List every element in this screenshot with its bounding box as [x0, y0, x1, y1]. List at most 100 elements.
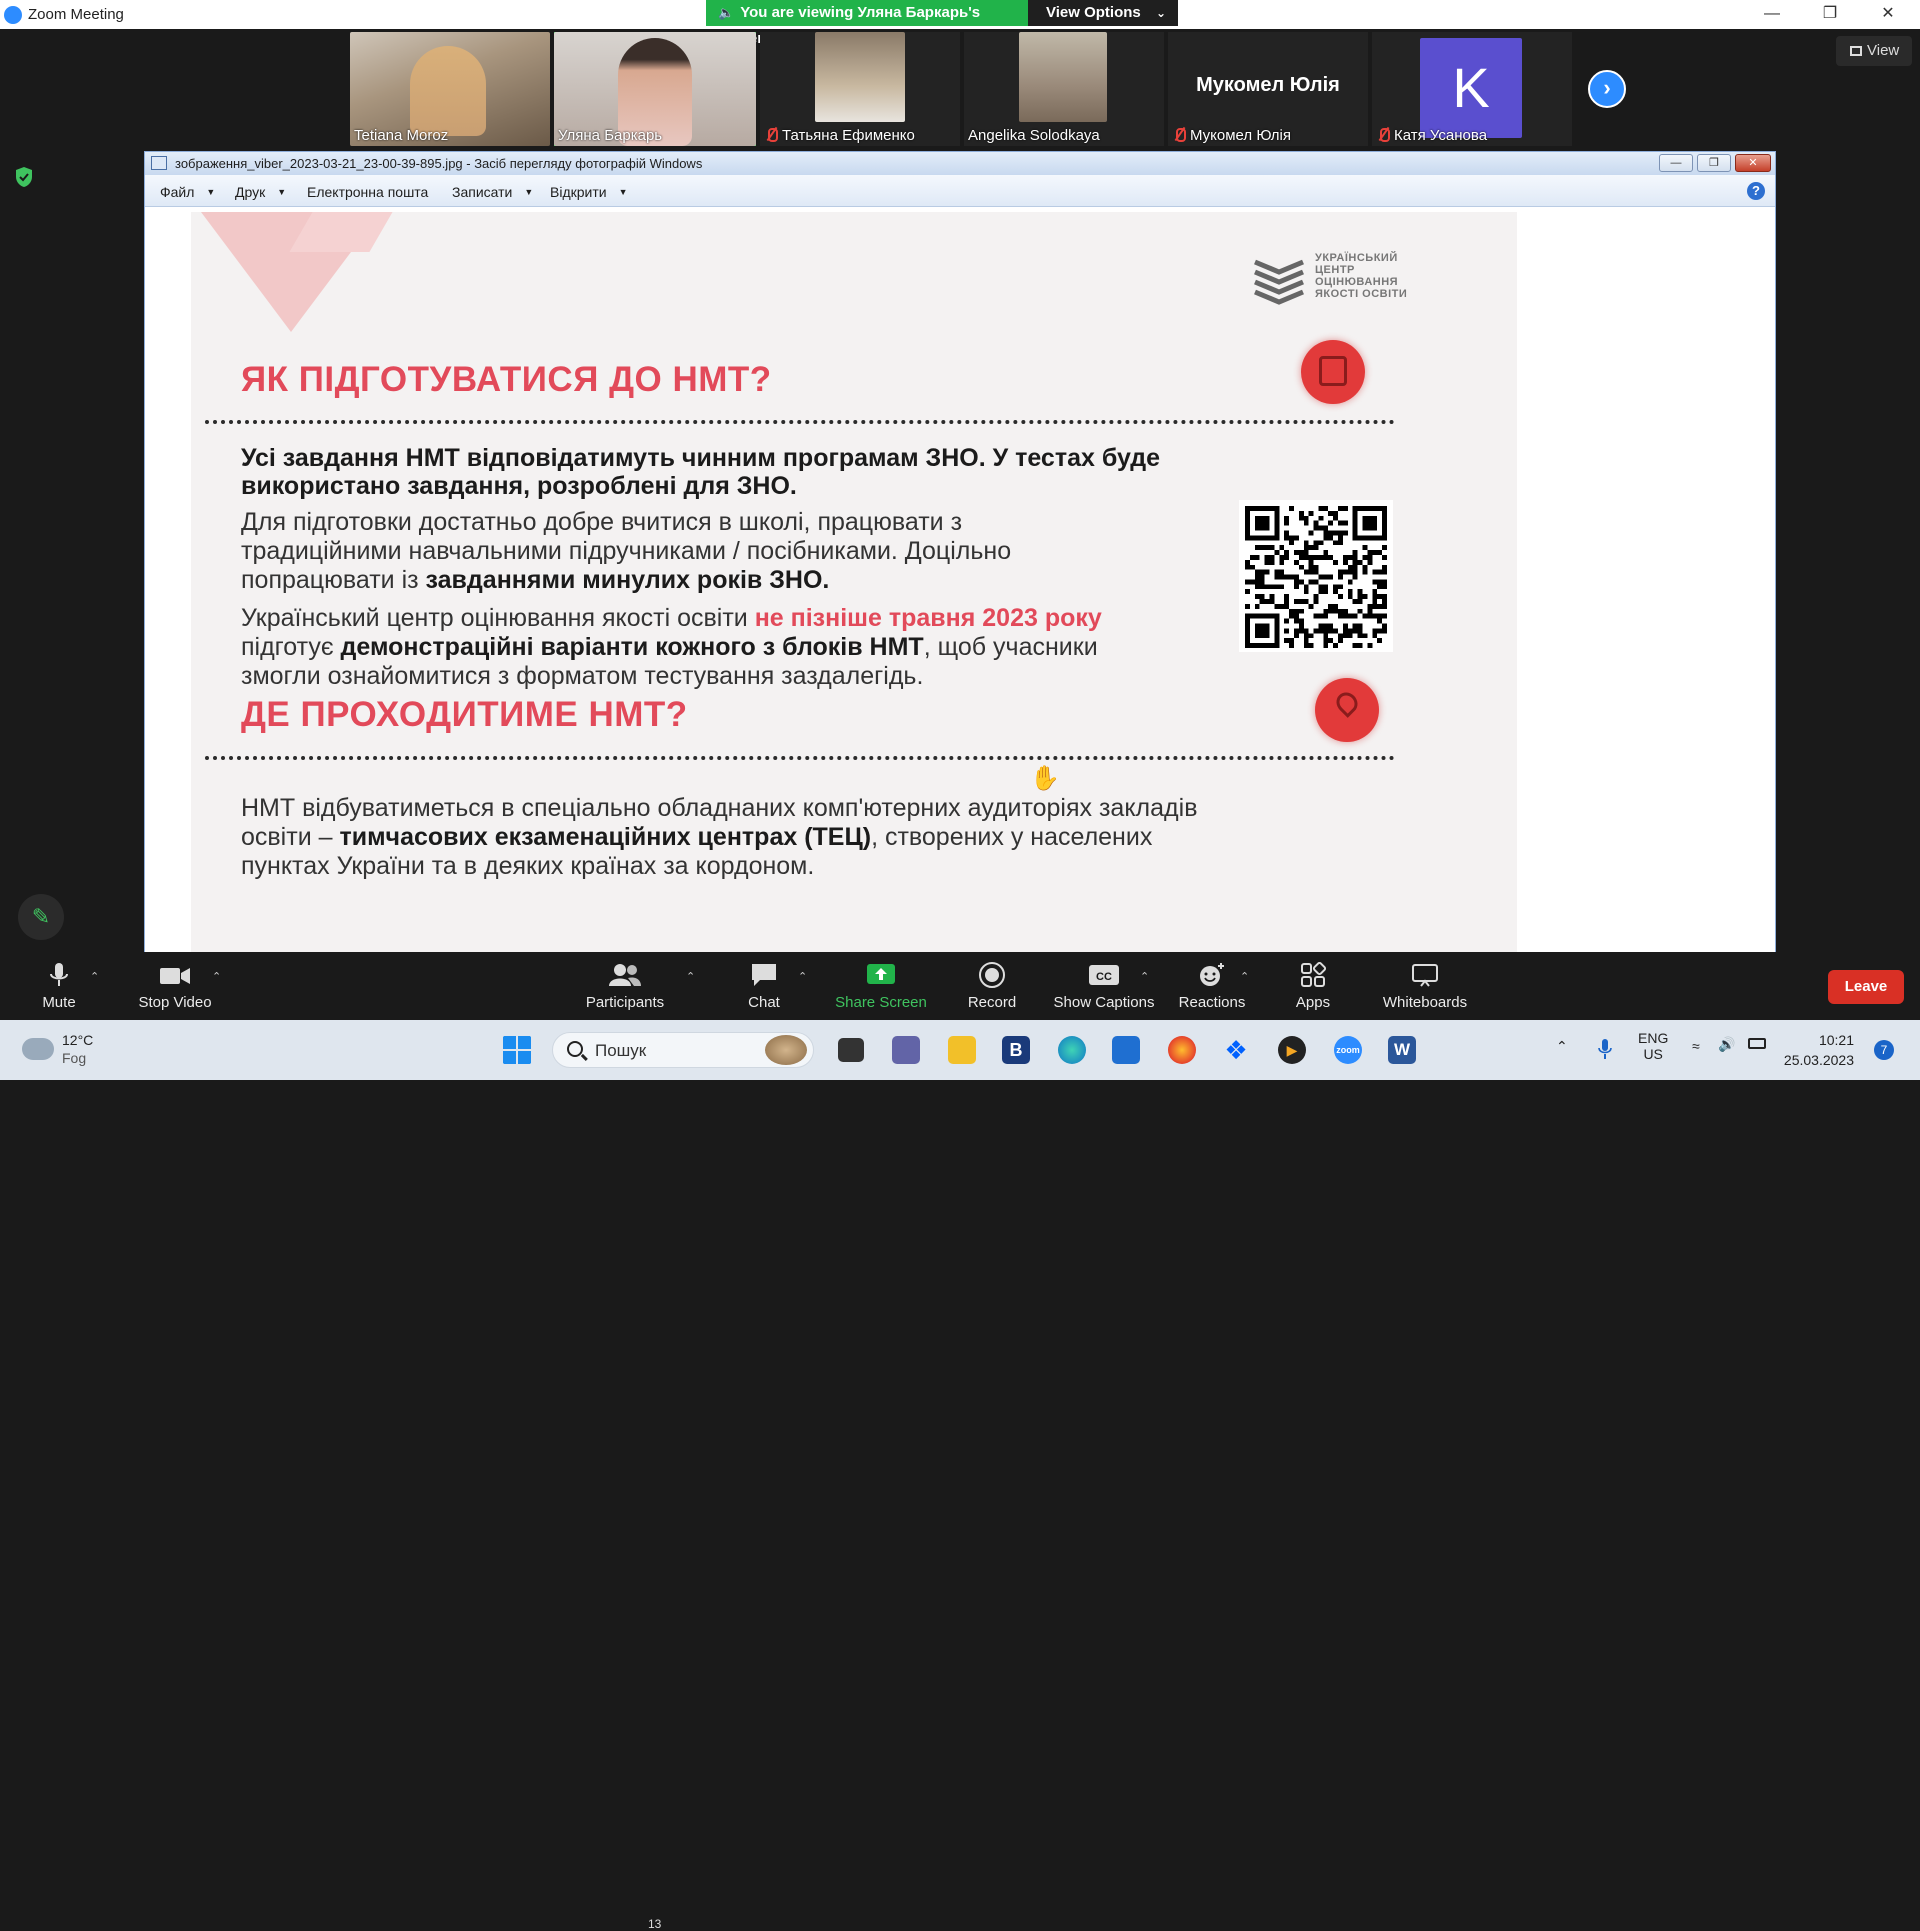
- text-line: Для підготовки достатньо добре вчитися в…: [241, 508, 963, 536]
- participants-icon: [609, 964, 641, 986]
- text-line: попрацювати із завданнями минулих років …: [241, 566, 830, 594]
- avatar: K: [1420, 38, 1522, 138]
- share-screen-label: Share Screen: [835, 994, 927, 1011]
- share-screen-icon: [867, 964, 895, 984]
- minimize-icon[interactable]: —: [1752, 2, 1792, 26]
- whiteboards-button[interactable]: Whiteboards: [1380, 962, 1470, 1011]
- menu-email[interactable]: Електронна пошта: [307, 184, 428, 200]
- word-app-icon[interactable]: W: [1388, 1036, 1416, 1064]
- windows-start-icon[interactable]: [502, 1035, 532, 1065]
- paragraph-demo-variants: Український центр оцінювання якості осві…: [241, 604, 1241, 691]
- text-line: НМТ відбуватиметься в спеціально обладна…: [241, 794, 1198, 822]
- encryption-shield-icon[interactable]: [14, 166, 34, 188]
- stop-video-label: Stop Video: [138, 994, 212, 1011]
- window-title: Zoom Meeting: [28, 6, 124, 23]
- participant-tile-katia-usanova[interactable]: K Катя Усанова: [1372, 32, 1572, 146]
- leave-button[interactable]: Leave: [1828, 970, 1904, 1004]
- participant-tile-uliana-barkar[interactable]: Уляна Баркарь: [554, 32, 756, 146]
- stop-video-button[interactable]: Stop Video: [134, 962, 216, 1011]
- viewer-close-button[interactable]: ✕: [1735, 154, 1771, 172]
- restore-icon[interactable]: ❐: [1810, 2, 1850, 26]
- show-hidden-icons-caret[interactable]: ⌃: [1556, 1038, 1568, 1055]
- text-line: Усі завдання НМТ відповідатимуть чинним …: [241, 444, 1160, 472]
- media-player-icon[interactable]: ▶: [1278, 1036, 1306, 1064]
- participant-tile-angelika-solodkaya[interactable]: Angelika Solodkaya: [964, 32, 1164, 146]
- viewer-title: зображення_viber_2023-03-21_23-00-39-895…: [175, 156, 703, 171]
- chat-bubble-icon: [752, 964, 776, 986]
- view-label: View: [1867, 42, 1900, 59]
- teams-chat-icon[interactable]: [892, 1036, 920, 1064]
- participant-figure: [410, 46, 486, 136]
- participant-video: [1019, 32, 1107, 122]
- zoom-app-icon[interactable]: zoom: [1334, 1036, 1362, 1064]
- participants-label: Participants: [585, 994, 665, 1011]
- dropdown-arrow-icon: ▼: [277, 187, 287, 197]
- clock-time: 10:21: [1818, 1032, 1854, 1048]
- chat-button[interactable]: Chat: [744, 962, 784, 1011]
- view-options-label: View Options: [1046, 4, 1141, 21]
- meeting-toolbar: Mute ⌃ Stop Video ⌃ Participants 13 ⌃ Ch…: [0, 952, 1920, 1931]
- share-screen-button[interactable]: Share Screen: [834, 962, 928, 1011]
- microsoft-store-icon[interactable]: [1112, 1036, 1140, 1064]
- paragraph-preparation: Для підготовки достатньо добре вчитися в…: [241, 508, 1241, 595]
- location-pin-icon: [1315, 678, 1379, 742]
- participant-tile-tetiana-moroz[interactable]: Tetiana Moroz: [350, 32, 550, 146]
- heading-where-nmt: ДЕ ПРОХОДИТИМЕ НМТ?: [241, 695, 688, 734]
- shared-screen-photo-viewer: зображення_viber_2023-03-21_23-00-39-895…: [144, 151, 1776, 954]
- system-clock[interactable]: 10:21 25.03.2023: [1772, 1030, 1854, 1070]
- record-button[interactable]: Record: [966, 962, 1018, 1011]
- view-button[interactable]: View: [1836, 36, 1912, 66]
- participants-button[interactable]: Participants: [584, 962, 666, 1011]
- participant-tile-mukomel-yulia[interactable]: Мукомел Юлія Мукомел Юлія: [1168, 32, 1368, 146]
- viewer-minimize-button[interactable]: —: [1659, 154, 1693, 172]
- text-line: використано завдання, розроблені для ЗНО…: [241, 472, 797, 500]
- menu-burn[interactable]: Записати ▼: [452, 184, 533, 200]
- ucoyo-logo-icon: [1254, 259, 1304, 305]
- battery-icon[interactable]: [1748, 1038, 1766, 1049]
- dropbox-icon[interactable]: ❖: [1222, 1036, 1250, 1064]
- text-line: освіти – тимчасових екзаменаційних центр…: [241, 823, 1153, 851]
- help-icon[interactable]: ?: [1747, 182, 1765, 200]
- participant-name: Катя Усанова: [1394, 127, 1488, 144]
- viewer-maximize-button[interactable]: ❐: [1697, 154, 1731, 172]
- bing-b-icon[interactable]: B: [1002, 1036, 1030, 1064]
- weather-widget[interactable]: 12°C Fog: [22, 1030, 112, 1070]
- input-language[interactable]: ENG US: [1638, 1030, 1668, 1062]
- chat-label: Chat: [748, 994, 780, 1011]
- zoom-logo-icon: [4, 6, 22, 24]
- screen-share-banner: 🔈You are viewing Уляна Баркарь's screen: [706, 0, 1028, 47]
- logo-text: УКРАЇНСЬКИЙ ЦЕНТР ОЦІНЮВАННЯ ЯКОСТІ ОСВІ…: [1315, 252, 1408, 300]
- edge-browser-icon[interactable]: [1058, 1036, 1086, 1064]
- firefox-icon[interactable]: [1168, 1036, 1196, 1064]
- notification-badge[interactable]: 7: [1874, 1040, 1894, 1060]
- taskbar-search-input[interactable]: Пошук: [552, 1032, 814, 1068]
- record-icon: [979, 962, 1005, 988]
- text-line: пунктах України та в деяких країнах за к…: [241, 852, 815, 880]
- reactions-label: Reactions: [1178, 994, 1246, 1011]
- task-view-icon[interactable]: [838, 1038, 864, 1062]
- speaker-icon: 🔈: [718, 5, 735, 20]
- mute-button[interactable]: Mute: [36, 962, 82, 1011]
- clock-date: 25.03.2023: [1783, 1052, 1854, 1068]
- annotate-pencil-icon[interactable]: ✎: [18, 894, 64, 940]
- weather-temp: 12°C: [62, 1032, 94, 1048]
- heading-how-to-prepare: ЯК ПІДГОТУВАТИСЯ ДО НМТ?: [241, 360, 772, 399]
- reactions-button[interactable]: Reactions: [1176, 962, 1248, 1011]
- participant-name: Tetiana Moroz: [354, 127, 449, 144]
- next-page-button[interactable]: ›: [1588, 70, 1626, 108]
- menu-open[interactable]: Відкрити ▼: [550, 184, 628, 200]
- view-options-button[interactable]: View Options ⌄: [1028, 0, 1178, 26]
- participant-name: Татьяна Ефименко: [782, 127, 915, 144]
- tray-microphone-icon[interactable]: [1598, 1038, 1612, 1060]
- participant-tile-tatiana-efimenko[interactable]: Татьяна Ефименко: [760, 32, 960, 146]
- search-highlight-icon: [765, 1035, 807, 1065]
- wifi-icon[interactable]: ≈: [1692, 1038, 1700, 1054]
- close-icon[interactable]: ✕: [1868, 2, 1908, 26]
- file-explorer-icon[interactable]: [948, 1036, 976, 1064]
- menu-file[interactable]: Файл ▼: [160, 184, 215, 200]
- closed-captions-icon: CC: [1089, 965, 1119, 985]
- volume-icon[interactable]: 🔊: [1718, 1036, 1735, 1053]
- apps-button[interactable]: Apps: [1294, 962, 1332, 1011]
- microphone-icon: [50, 963, 68, 986]
- menu-print[interactable]: Друк ▼: [235, 184, 286, 200]
